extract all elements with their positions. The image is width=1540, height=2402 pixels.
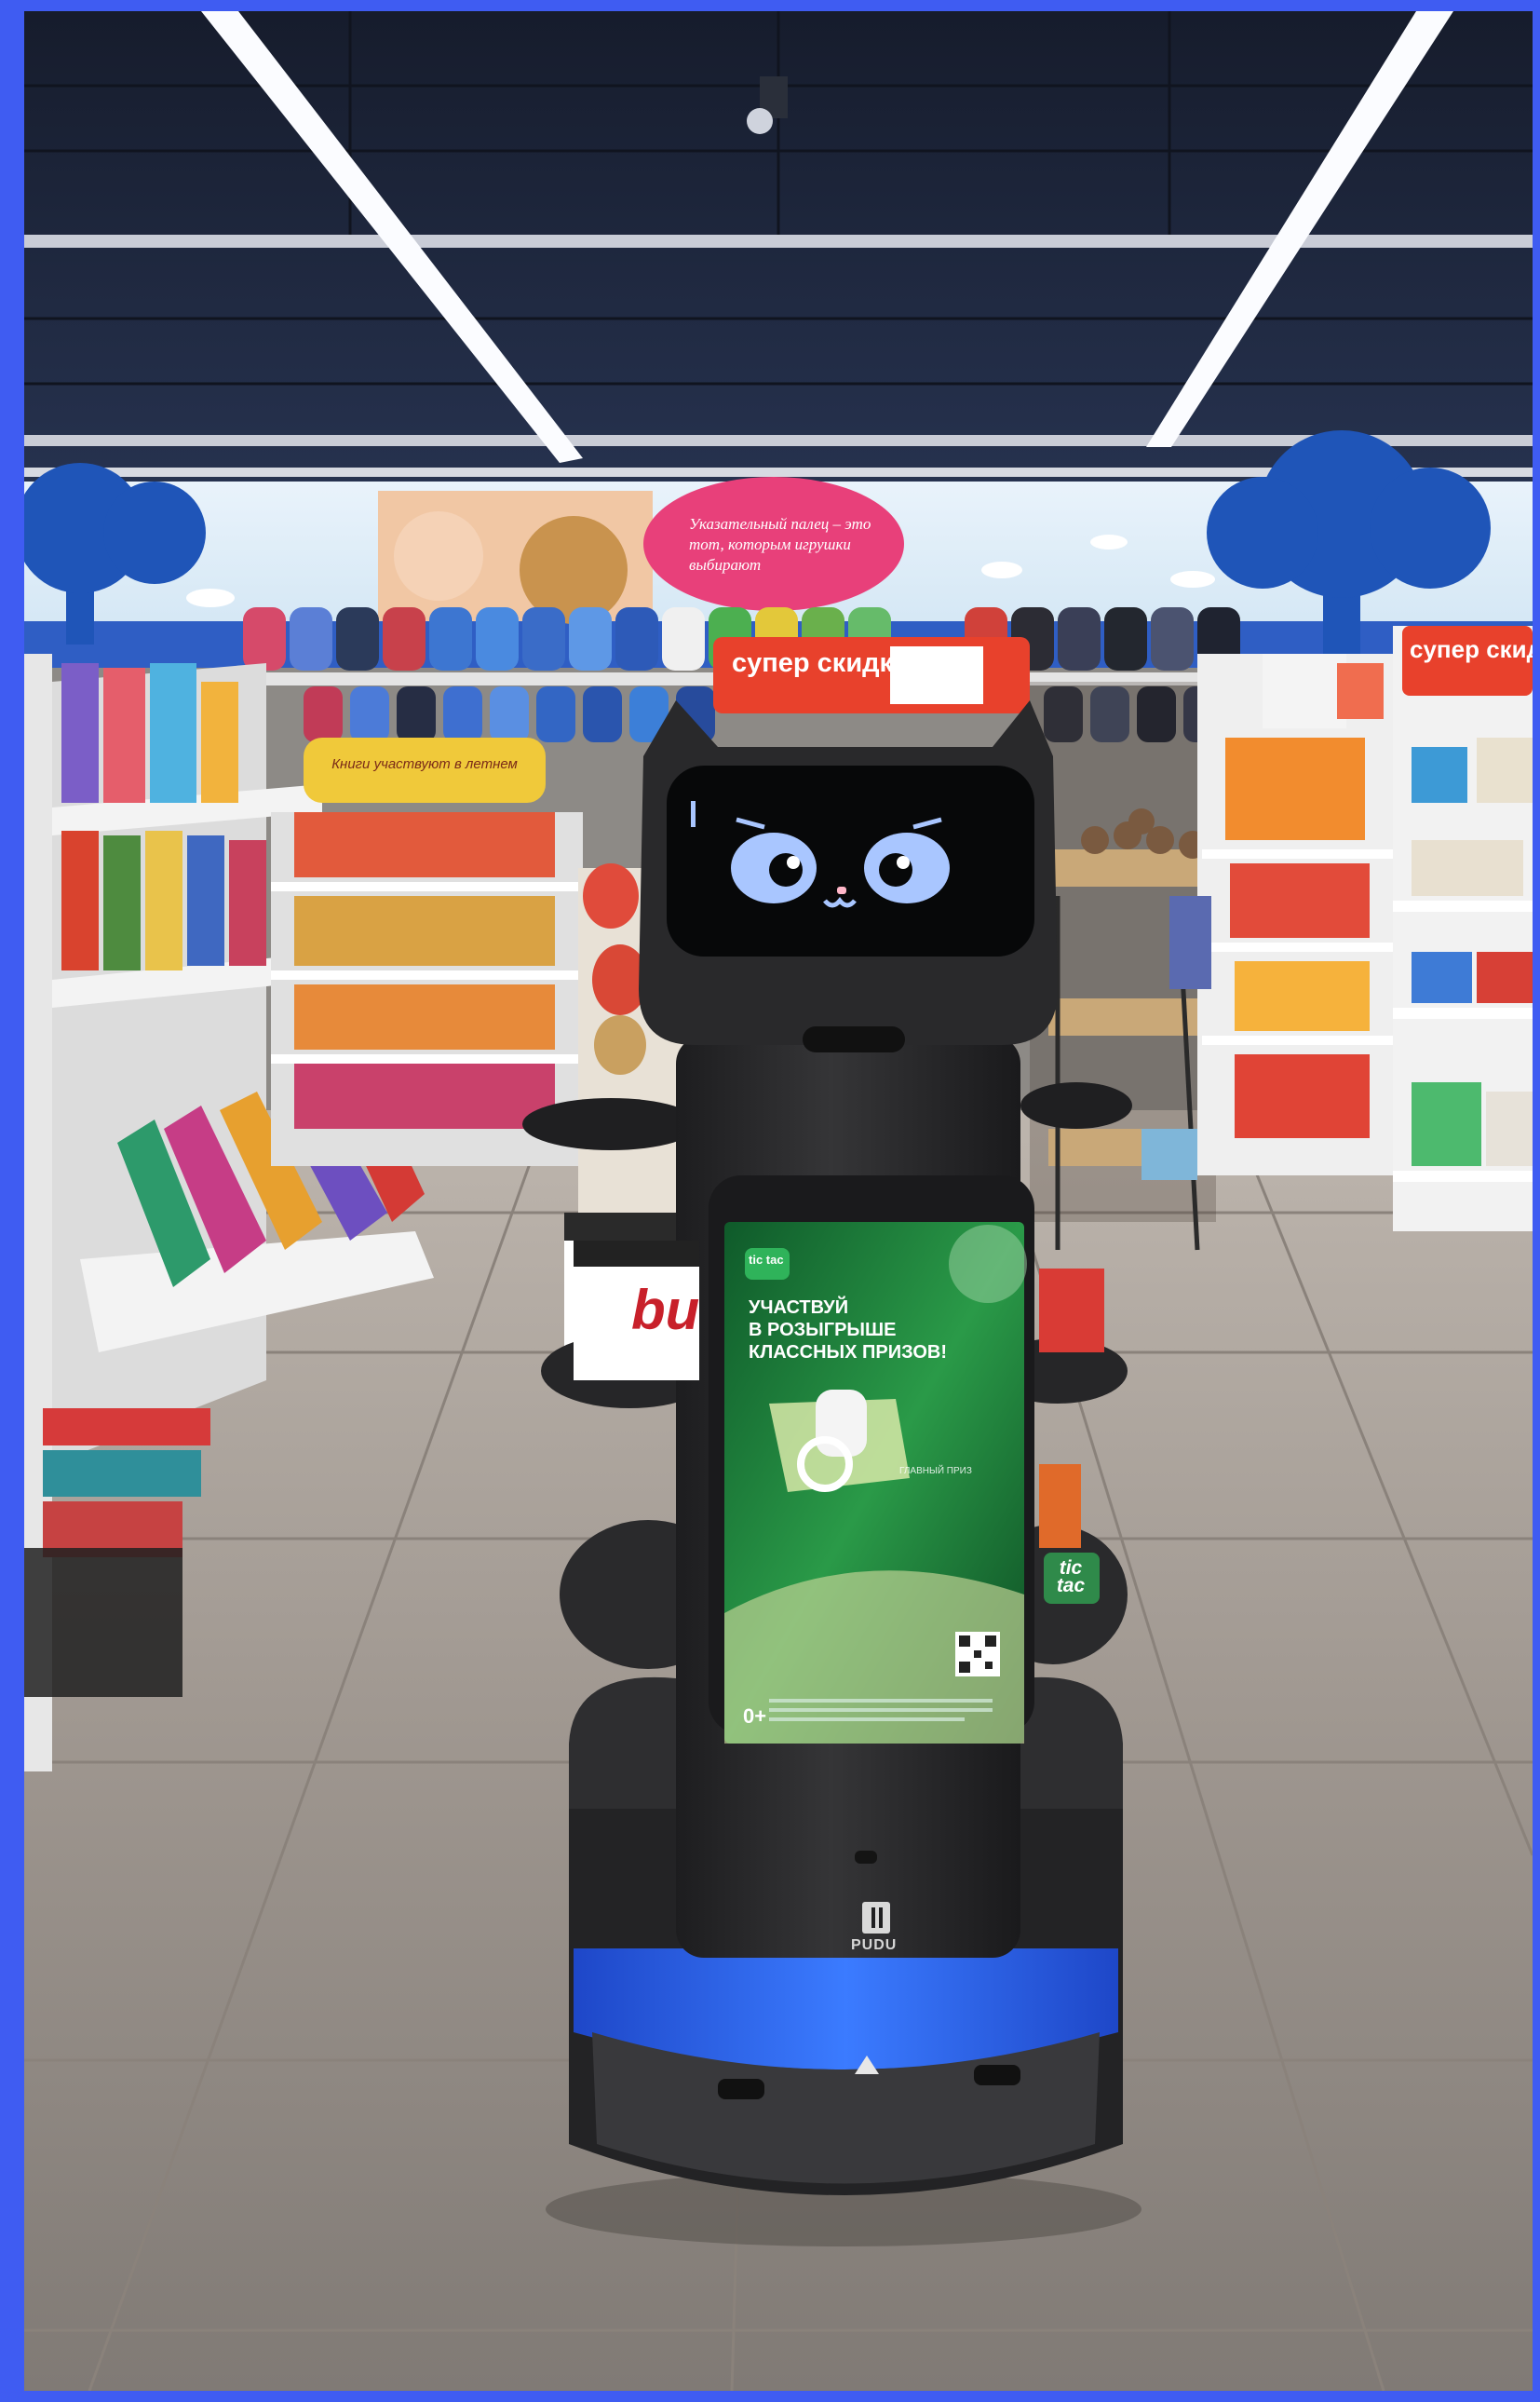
- promo-headline-line-1: УЧАСТВУЙ: [749, 1297, 849, 1318]
- scene-illustration: [24, 11, 1533, 2391]
- promo-logo: tic tac: [749, 1253, 784, 1267]
- sale-sign-right: супер скидки: [1410, 635, 1533, 663]
- sale-sign-center: супер скидки: [732, 648, 910, 678]
- mural-caption: Указательный палец – это тот, которым иг…: [689, 515, 871, 574]
- promo-headline-line-2: В РОЗЫГРЫШЕ: [749, 1320, 897, 1340]
- promo-prize-label: ГЛАВНЫЙ ПРИЗ: [899, 1466, 972, 1476]
- promo-age-rating: 0+: [743, 1704, 767, 1728]
- store-photo: Указательный палец – это тот, которым иг…: [24, 11, 1533, 2391]
- books-banner: Книги участвуют в летнем: [331, 756, 518, 772]
- promo-headline-line-3: КЛАССНЫХ ПРИЗОВ!: [749, 1342, 948, 1363]
- robot-brand-label: PUDU: [851, 1937, 898, 1953]
- tictac-pack-logo: tic tac: [1056, 1557, 1086, 1596]
- kinder-box-text: bu: [631, 1279, 700, 1341]
